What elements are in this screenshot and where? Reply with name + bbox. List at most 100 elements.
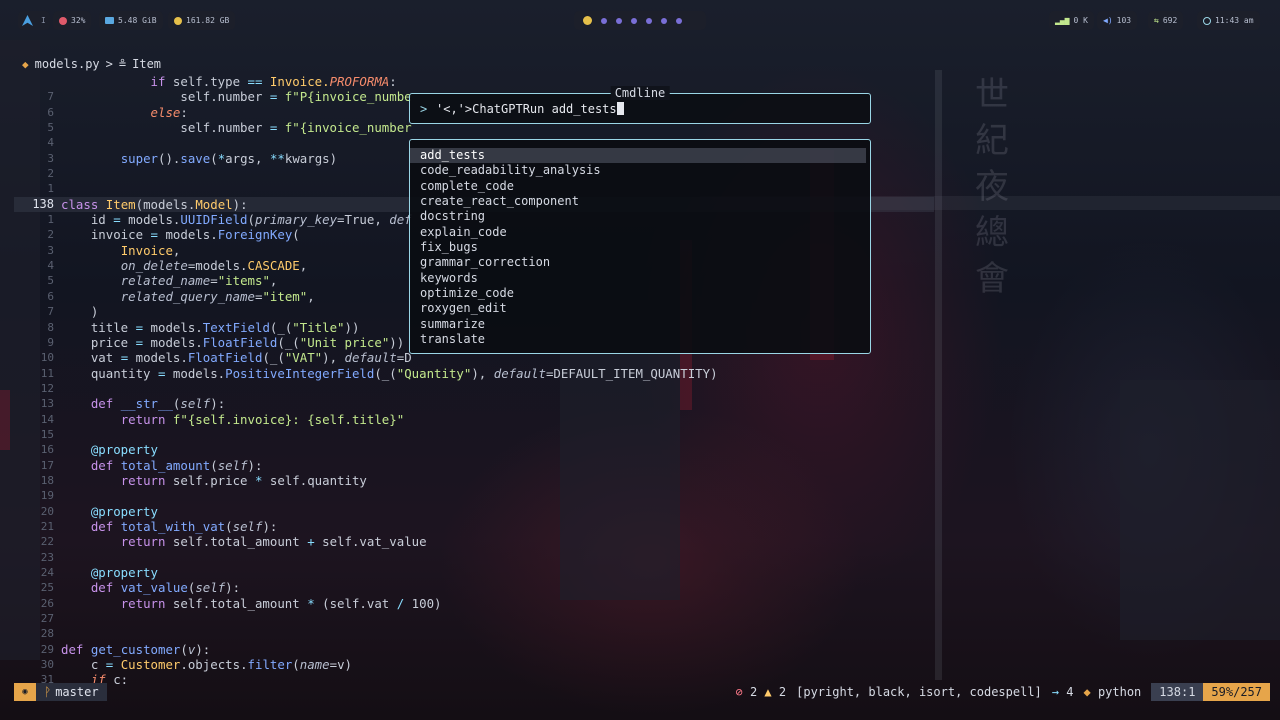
disk-widget[interactable]: 161.82 GB — [168, 11, 236, 30]
code-line[interactable]: 17 def total_amount(self): — [14, 458, 934, 473]
completion-menu[interactable]: add_tests code_readability_analysis comple… — [409, 139, 871, 354]
completion-item[interactable]: code_readability_analysis — [410, 163, 866, 178]
line-number: 1 — [47, 213, 54, 227]
code-text: title = models.TextField(_("Title")) — [61, 319, 360, 335]
code-text: id = models.UUIDField(primary_key=True, … — [61, 212, 412, 228]
cpu-widget[interactable]: 32% — [53, 11, 92, 30]
workspace-dot[interactable] — [646, 17, 652, 24]
code-line[interactable]: 11 quantity = models.PositiveIntegerFiel… — [14, 366, 934, 381]
code-line[interactable]: 16 @property — [14, 442, 934, 457]
workspace-dot[interactable] — [616, 17, 622, 24]
code-line[interactable]: 13 def __str__(self): — [14, 396, 934, 411]
code-line[interactable]: 20 @property — [14, 504, 934, 519]
cpu-icon — [59, 16, 67, 25]
completion-item[interactable]: summarize — [410, 317, 866, 332]
workspace-dot[interactable] — [661, 17, 667, 24]
code-line[interactable]: 29 def get_customer(v): — [14, 642, 934, 657]
refresh-icon: ⇆ — [1154, 16, 1159, 25]
warning-count: 2 — [778, 685, 787, 699]
code-text: def total_amount(self): — [90, 457, 263, 473]
line-number: 26 — [40, 596, 54, 610]
workspace-indicator[interactable]: I — [41, 16, 46, 25]
pacman-icon[interactable] — [583, 16, 592, 25]
line-number: 6 — [47, 289, 54, 303]
breadcrumb-symbol[interactable]: Item — [132, 57, 161, 71]
line-number: 24 — [40, 566, 54, 579]
code-text: return self.price * self.quantity — [120, 472, 367, 488]
completion-item[interactable]: docstring — [410, 209, 866, 224]
volume-widget[interactable]: ◀) 103 — [1097, 11, 1138, 30]
cmdline-input[interactable]: '<,'>ChatGPTRun add_tests — [436, 102, 624, 116]
memory-icon — [105, 17, 114, 24]
code-line[interactable]: 15 — [14, 427, 934, 442]
code-text: else: — [150, 104, 188, 120]
completion-item[interactable]: explain_code — [410, 225, 866, 240]
code-text: @property — [90, 503, 158, 519]
completion-item[interactable]: complete_code — [410, 179, 866, 194]
code-line[interactable]: 18 return self.price * self.quantity — [14, 473, 934, 488]
code-line[interactable]: 23 — [14, 550, 934, 565]
completion-item[interactable]: fix_bugs — [410, 240, 866, 255]
code-line[interactable]: 28 — [14, 626, 934, 641]
code-line[interactable]: 27 — [14, 611, 934, 626]
warning-icon: ▲ — [764, 685, 772, 699]
line-number: 19 — [40, 489, 54, 503]
code-text: on_delete=models.CASCADE, — [120, 258, 308, 274]
code-text: @property — [90, 565, 158, 580]
workspace-dot[interactable] — [631, 17, 637, 24]
breadcrumb-file[interactable]: models.py — [35, 57, 100, 71]
code-line[interactable]: 30 c = Customer.objects.filter(name=v) — [14, 657, 934, 672]
updates-widget[interactable]: ⇆ 692 — [1148, 11, 1184, 30]
code-text: return self.total_amount + self.vat_valu… — [120, 534, 427, 550]
code-line[interactable]: 26 return self.total_amount * (self.vat … — [14, 596, 934, 611]
code-line[interactable]: 14 return f"{self.invoice}: {self.title}… — [14, 412, 934, 427]
completion-item[interactable]: keywords — [410, 271, 866, 286]
code-text: class Item(models.Model): — [61, 196, 248, 212]
line-number: 22 — [40, 535, 54, 549]
line-number: 4 — [47, 259, 54, 273]
workspace-dot[interactable] — [601, 17, 607, 24]
completion-item[interactable]: optimize_code — [410, 286, 866, 301]
code-line[interactable]: if self.type == Invoice.PROFORMA: — [14, 74, 934, 89]
class-icon: ≗ — [118, 57, 127, 71]
code-line[interactable]: 22 return self.total_amount + self.vat_v… — [14, 534, 934, 549]
line-number: 4 — [47, 136, 54, 150]
code-text: vat = models.FloatField(_("VAT"), defaul… — [61, 350, 412, 366]
code-line[interactable]: 19 — [14, 488, 934, 503]
code-line[interactable]: 25 def vat_value(self): — [14, 580, 934, 595]
clock-widget[interactable]: 11:43 am — [1197, 11, 1260, 30]
line-number: 2 — [47, 228, 54, 242]
code-text: self.number = f"P{invoice_numbe — [61, 89, 412, 105]
completion-item[interactable]: add_tests — [410, 148, 866, 164]
git-branch[interactable]: ᚹ master — [36, 683, 107, 701]
breadcrumb-separator: > — [105, 57, 113, 71]
completion-item[interactable]: create_react_component — [410, 194, 866, 209]
completion-item[interactable]: grammar_correction — [410, 255, 866, 270]
ram-widget[interactable]: 5.48 GiB — [99, 11, 163, 30]
filetype: ◆ python — [1083, 685, 1142, 699]
code-line[interactable]: 12 — [14, 381, 934, 396]
mode-indicator: ◉ — [14, 683, 36, 701]
arch-logo-icon — [22, 15, 33, 26]
network-widget[interactable]: ▂▄▆ 0 K — [1049, 11, 1094, 30]
signal-icon: ▂▄▆ — [1055, 16, 1070, 25]
diagnostics[interactable]: ⊘ 2 ▲ 2 — [735, 685, 786, 699]
cmdline-popup[interactable]: Cmdline > '<,'>ChatGPTRun add_tests — [409, 86, 871, 124]
workspace-switcher[interactable] — [574, 11, 706, 30]
code-text: price = models.FloatField(_("Unit price"… — [61, 334, 405, 350]
code-line[interactable]: 24 @property — [14, 565, 934, 580]
launcher-button[interactable]: I — [18, 11, 50, 30]
completion-item[interactable]: roxygen_edit — [410, 301, 866, 316]
cmdline-title: Cmdline — [610, 86, 670, 100]
line-number: 27 — [40, 612, 54, 626]
workspace-dot[interactable] — [676, 17, 682, 24]
cmdline-prompt-icon: > — [420, 102, 428, 116]
code-text: if self.type == Invoice.PROFORMA: — [150, 74, 397, 89]
line-number: 17 — [40, 458, 54, 472]
line-number: 6 — [47, 105, 54, 119]
python-icon: ◆ — [1083, 685, 1091, 699]
line-number: 23 — [40, 550, 54, 564]
volume-icon: ◀) — [1103, 16, 1113, 25]
completion-item[interactable]: translate — [410, 332, 866, 347]
code-line[interactable]: 21 def total_with_vat(self): — [14, 519, 934, 534]
